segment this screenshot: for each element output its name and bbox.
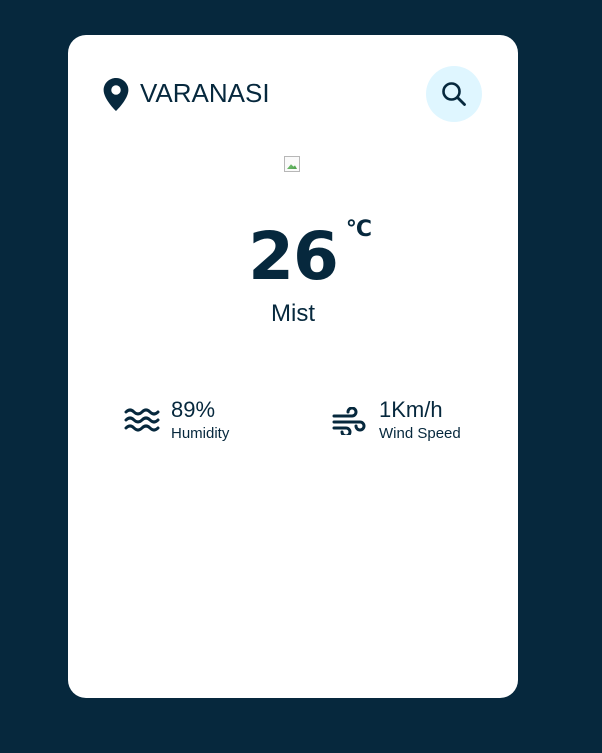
- humidity-label: Humidity: [171, 425, 230, 442]
- humidity-value: 89%: [171, 397, 216, 422]
- broken-image-icon: [284, 156, 300, 172]
- temperature-value: 26 °C: [248, 212, 372, 302]
- weather-card: 26°C Mist 89% Humidity: [68, 35, 518, 698]
- search-icon: [442, 82, 466, 106]
- location-pin-icon: [103, 78, 129, 111]
- temperature-number: 26: [248, 218, 339, 295]
- wind-value: 1Km/h: [379, 397, 443, 422]
- temperature-display: 26 °C: [68, 212, 518, 302]
- search-box: [68, 35, 518, 152]
- wind-label: Wind Speed: [379, 425, 461, 442]
- temperature-unit: °C: [345, 217, 372, 242]
- wind-icon: [332, 407, 366, 435]
- location-input[interactable]: [140, 75, 380, 111]
- search-button[interactable]: [426, 66, 482, 122]
- water-waves-icon: [124, 408, 160, 432]
- weather-description: Mist: [271, 300, 315, 327]
- weather-details: 89% Humidity 1Km/h Wind Speed: [68, 395, 518, 445]
